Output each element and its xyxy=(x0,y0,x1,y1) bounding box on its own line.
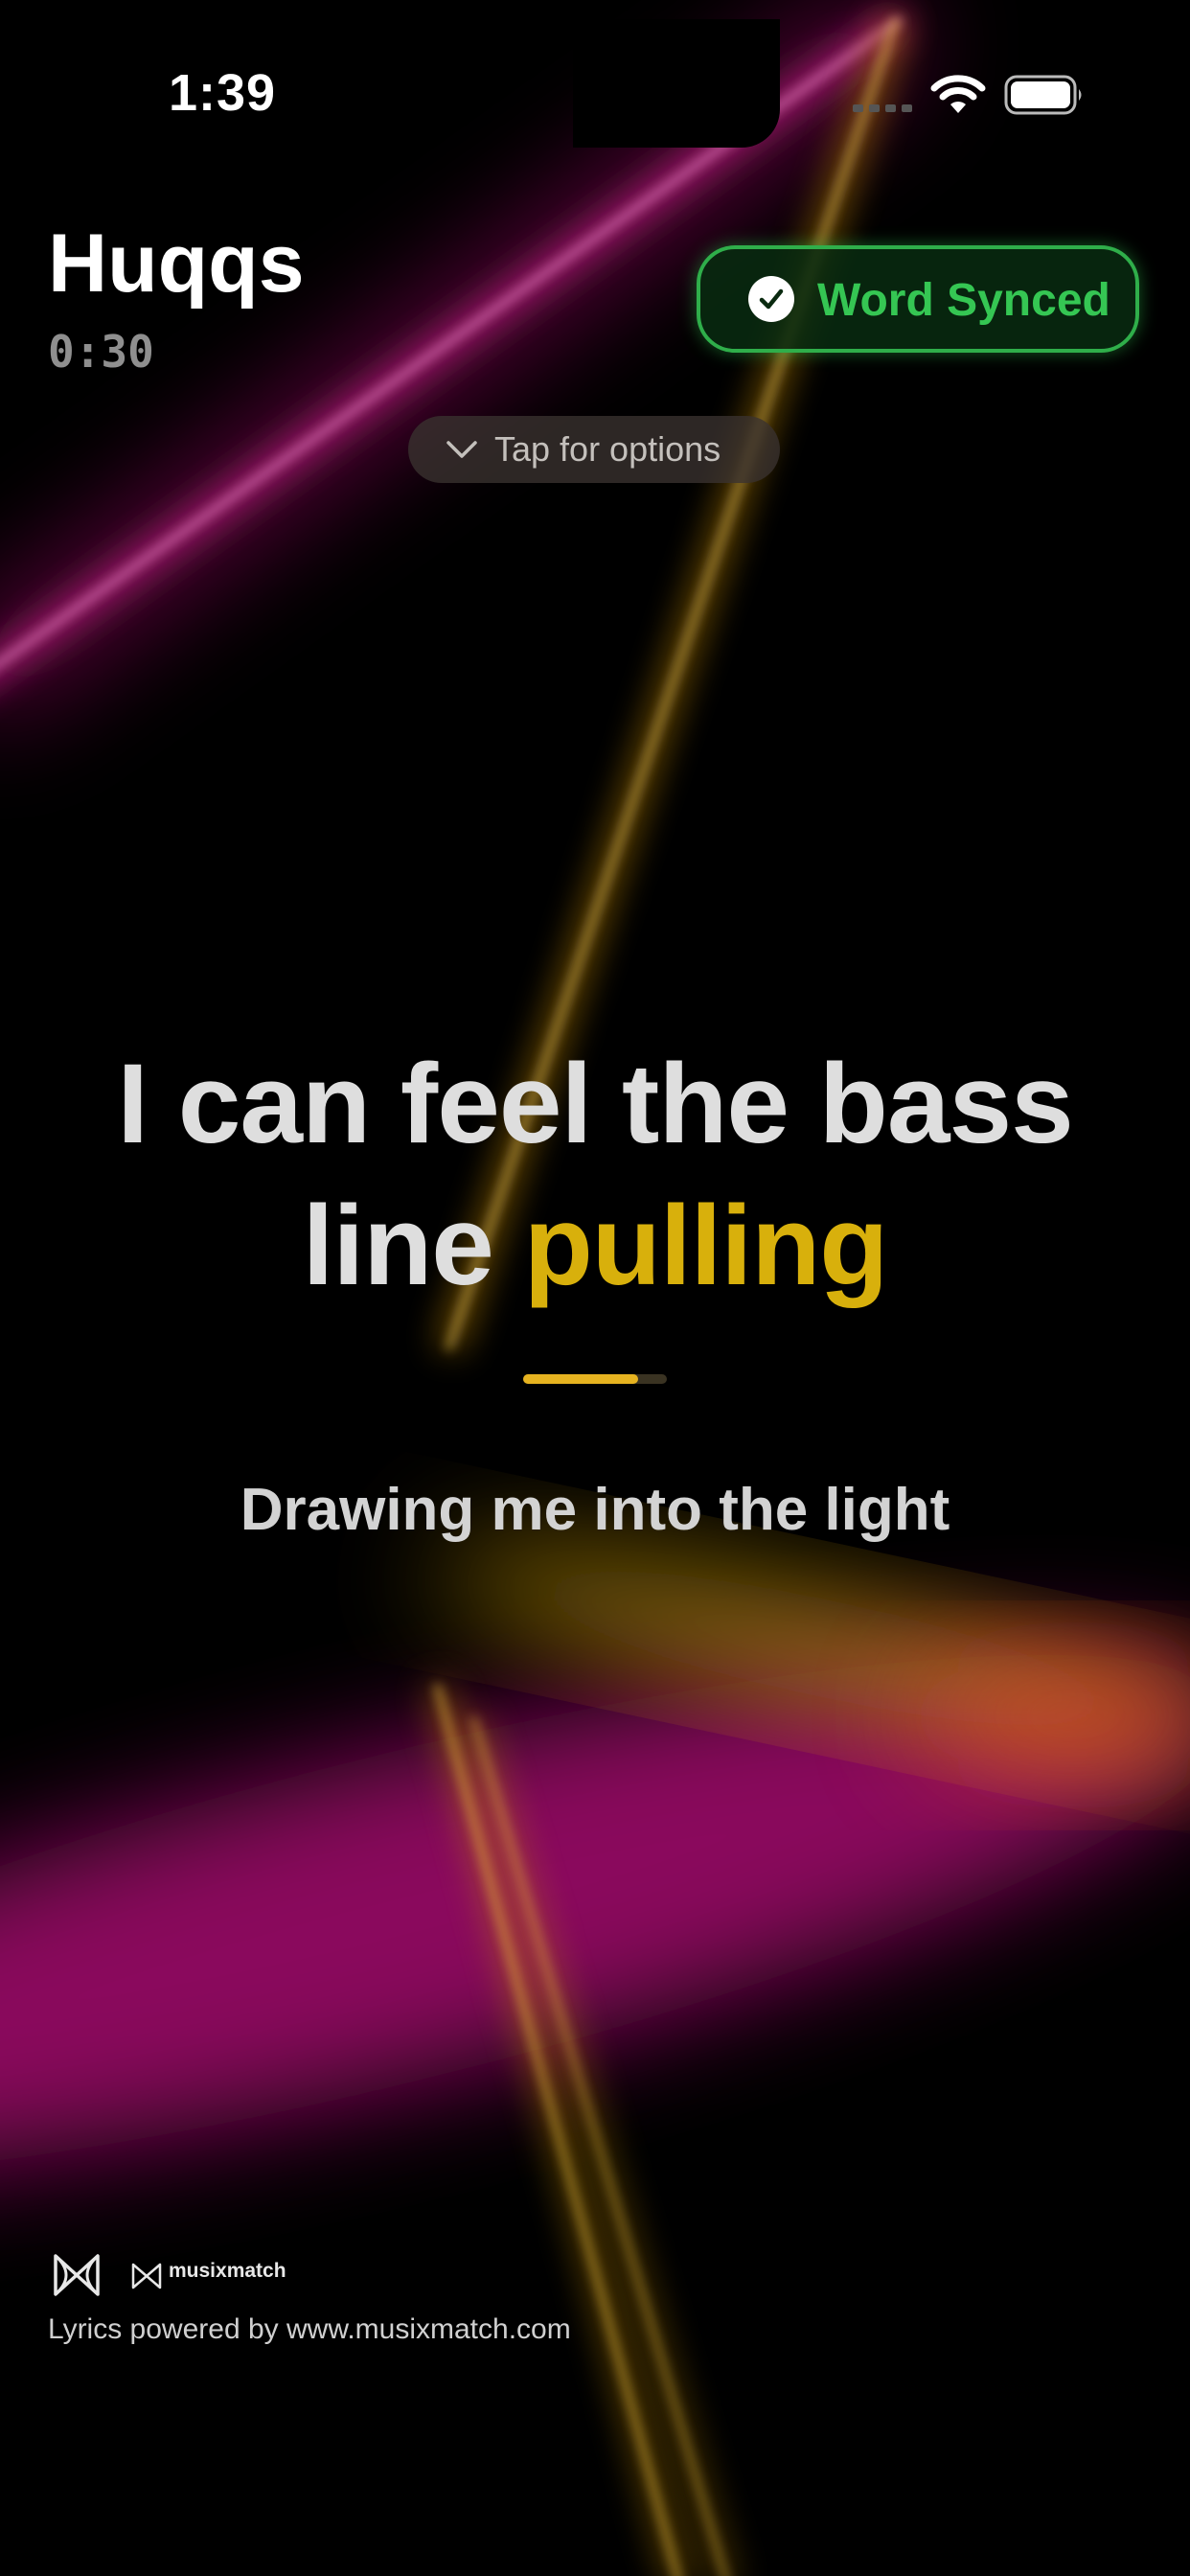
next-lyric-line: Drawing me into the light xyxy=(240,1477,950,1543)
musixmatch-wordmark: musixmatch xyxy=(169,2260,286,2282)
playback-timer: 0:30 xyxy=(48,326,154,378)
tap-for-options-button[interactable]: Tap for options xyxy=(408,416,780,483)
musixmatch-logo-icon xyxy=(54,2254,100,2296)
chevron-down-icon xyxy=(446,441,477,458)
song-title: Huqqs xyxy=(48,218,305,310)
word-progress-fill xyxy=(523,1374,638,1384)
current-lyric-line: I can feel the bass line pulling xyxy=(38,1033,1152,1317)
status-bar-time: 1:39 xyxy=(169,64,277,122)
current-lyric-highlight-word: pulling xyxy=(523,1183,889,1309)
cellular-signal-icon xyxy=(853,104,912,112)
word-synced-label: Word Synced xyxy=(817,275,1110,326)
wifi-icon xyxy=(930,75,986,113)
battery-icon xyxy=(1004,75,1082,115)
musixmatch-small-logo-icon xyxy=(131,2263,162,2289)
lyrics-credit: Lyrics powered by www.musixmatch.com xyxy=(48,2313,571,2345)
word-progress-bar xyxy=(523,1374,667,1384)
dynamic-island xyxy=(573,19,780,148)
checkmark-icon xyxy=(748,276,794,322)
tap-for-options-label: Tap for options xyxy=(494,429,721,469)
word-synced-badge[interactable]: Word Synced xyxy=(697,245,1139,353)
